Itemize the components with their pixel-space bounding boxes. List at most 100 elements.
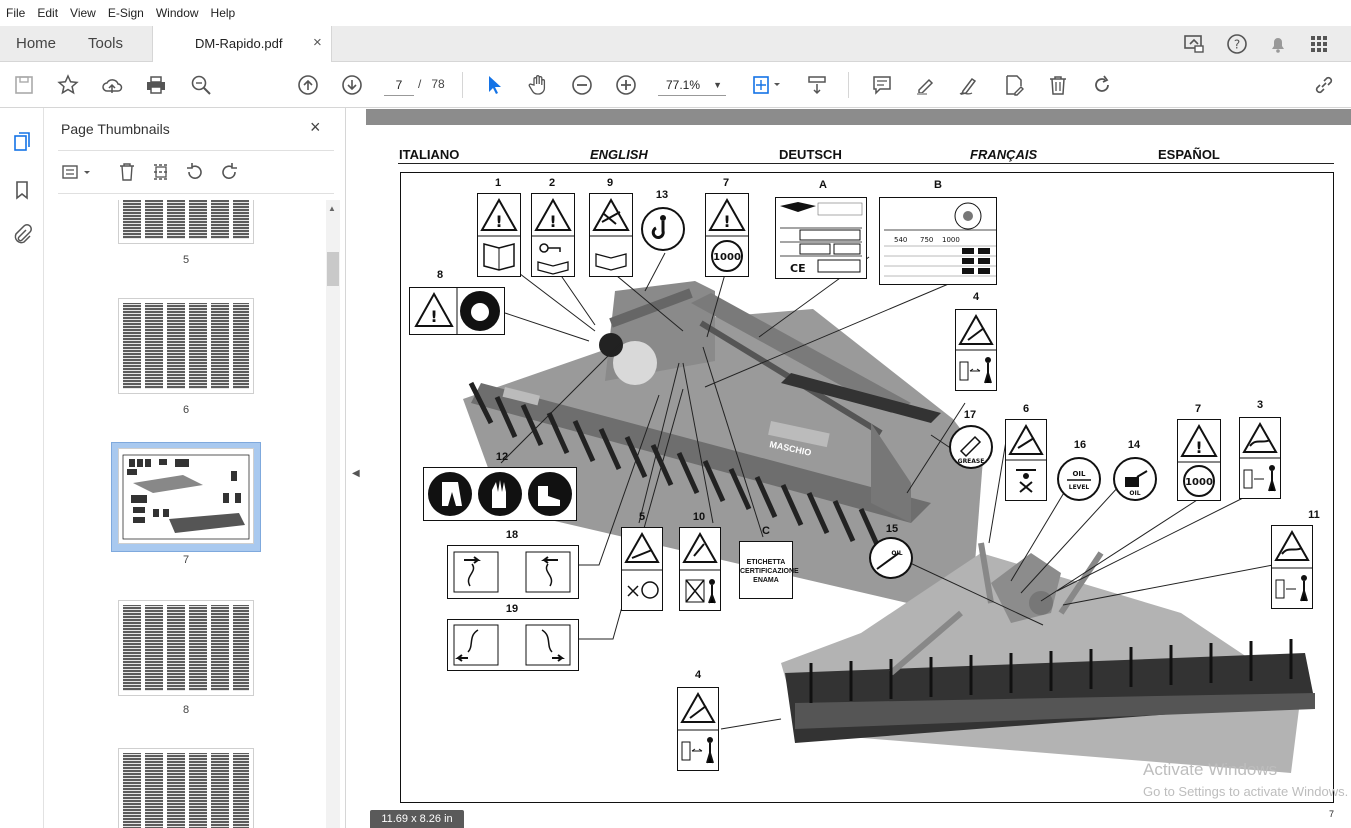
warning-read-manual-sign: ! xyxy=(477,193,521,277)
tab-home[interactable]: Home xyxy=(16,35,56,52)
menu-window[interactable]: Window xyxy=(156,6,199,20)
zoom-in-icon[interactable] xyxy=(614,73,638,97)
page-thumbnails-icon[interactable] xyxy=(10,130,34,154)
page-thumbnails-panel: Page Thumbnails × 5 6 7 8 ▲ xyxy=(44,108,346,828)
main-toolbar: 7 / 78 77.1% ▼ xyxy=(0,62,1351,108)
oil-drain-text: OIL xyxy=(891,550,902,557)
chevron-down-icon: ▼ xyxy=(713,80,722,90)
scroll-mode-icon[interactable] xyxy=(805,73,829,97)
speed-chart-plate-b: 540 750 1000 xyxy=(879,197,997,285)
extract-pages-icon[interactable] xyxy=(150,161,172,183)
toolbar-divider xyxy=(462,72,463,98)
menu-esign[interactable]: E-Sign xyxy=(108,6,144,20)
attachments-paperclip-icon[interactable] xyxy=(10,222,34,246)
callout-4-top: 4 xyxy=(972,291,980,303)
callout-7: 7 xyxy=(722,177,730,189)
upload-cloud-icon[interactable] xyxy=(100,73,124,97)
thumbnail-toolbar xyxy=(58,150,334,194)
bookmark-star-icon[interactable] xyxy=(56,73,80,97)
notifications-bell-icon[interactable] xyxy=(1266,32,1290,56)
rotate-clockwise-icon[interactable] xyxy=(1090,73,1114,97)
thumbnail-label: 7 xyxy=(182,554,190,566)
menu-file[interactable]: File xyxy=(6,6,25,20)
grease-text: GREASE xyxy=(958,458,985,465)
menu-view[interactable]: View xyxy=(70,6,96,20)
crush-warning-sign-6 xyxy=(1005,419,1047,501)
oil-level-sign: OIL LEVEL xyxy=(1057,457,1101,501)
help-icon[interactable]: ? xyxy=(1225,32,1249,56)
svg-text:CE: CE xyxy=(790,262,806,275)
lang-deutsch: DEUTSCH xyxy=(779,147,842,162)
callout-5: 5 xyxy=(638,511,646,523)
watermark-line-2: Go to Settings to activate Windows. xyxy=(1143,784,1349,799)
enama-certification-label: ETICHETTA CERTIFICAZIONE ENAMA xyxy=(739,541,799,599)
lang-italiano: ITALIANO xyxy=(399,147,460,162)
thumbnail-page-7[interactable] xyxy=(118,448,254,544)
zoom-level-dropdown[interactable]: 77.1% ▼ xyxy=(658,74,726,96)
bookmarks-icon[interactable] xyxy=(10,178,34,202)
warning-crush-hazard-sign xyxy=(589,193,633,277)
pto-speed-sign: ! 1000 xyxy=(705,193,749,277)
thumbnail-page-9[interactable] xyxy=(118,748,254,828)
left-icon-rail xyxy=(0,108,44,828)
fit-page-icon[interactable] xyxy=(750,73,784,97)
thumbnail-page-8[interactable] xyxy=(118,600,254,696)
callout-18: 18 xyxy=(505,529,519,541)
page-number-footer: 7 xyxy=(1329,809,1335,819)
thumbnail-page-6[interactable] xyxy=(118,298,254,394)
rpm-1000: 1000 xyxy=(942,236,960,244)
callout-a: A xyxy=(819,179,827,191)
select-cursor-icon[interactable] xyxy=(482,73,506,97)
tab-document[interactable]: DM-Rapido.pdf × xyxy=(152,26,332,62)
svg-text:!: ! xyxy=(723,212,730,231)
no-riding-warning-sign xyxy=(679,527,721,611)
close-panel-icon[interactable]: × xyxy=(310,117,321,138)
delete-trash-icon[interactable] xyxy=(1046,73,1070,97)
thumbnail-scrollbar[interactable] xyxy=(326,200,340,828)
tab-tools[interactable]: Tools xyxy=(88,35,123,52)
warning-wear-mask-sign: ! xyxy=(409,287,505,335)
thumbnail-options-icon[interactable] xyxy=(60,161,96,183)
thumbnail-page-5[interactable] xyxy=(118,200,254,244)
callout-11: 11 xyxy=(1308,509,1320,521)
zoom-out-icon[interactable] xyxy=(570,73,594,97)
collapse-panel-icon[interactable]: ◀ xyxy=(352,468,360,479)
panel-title: Page Thumbnails xyxy=(61,121,170,137)
next-page-icon[interactable] xyxy=(340,73,364,97)
print-icon[interactable] xyxy=(144,73,168,97)
safety-labels-figure: MASCHIO 1 ! 2 ! 9 13 7 ! 1000 A CE B 540… xyxy=(400,172,1334,803)
delete-page-icon[interactable] xyxy=(116,161,138,183)
thumbnail-scrollbar-thumb[interactable] xyxy=(327,252,339,286)
watermark-line-1: Activate Windows xyxy=(1143,760,1278,779)
page-number-input[interactable]: 7 xyxy=(384,74,414,96)
comment-icon[interactable] xyxy=(870,73,894,97)
thumbnail-label: 6 xyxy=(182,404,190,416)
rotate-counterclockwise-icon[interactable] xyxy=(184,161,206,183)
pto-speed-sign-right: ! 1000 xyxy=(1177,419,1221,501)
previous-page-icon[interactable] xyxy=(296,73,320,97)
share-link-icon[interactable] xyxy=(1312,73,1336,97)
menu-edit[interactable]: Edit xyxy=(37,6,58,20)
save-icon[interactable] xyxy=(12,73,36,97)
callout-14: 14 xyxy=(1127,439,1141,451)
zoom-search-icon[interactable] xyxy=(189,73,213,97)
highlight-pen-icon[interactable] xyxy=(914,73,938,97)
rotating-parts-warning-sign xyxy=(621,527,663,611)
svg-text:!: ! xyxy=(1195,438,1202,457)
callout-8: 8 xyxy=(436,269,444,281)
sign-pen-icon[interactable] xyxy=(957,73,981,97)
oil-level-oil-text: OIL xyxy=(1072,470,1086,478)
rotate-clockwise-page-icon[interactable] xyxy=(218,161,240,183)
hand-tool-icon[interactable] xyxy=(526,73,550,97)
oil-drain-sign: OIL xyxy=(869,537,913,579)
share-screen-icon[interactable] xyxy=(1182,32,1206,56)
lifting-hook-sign xyxy=(641,207,685,251)
enama-label-text: ETICHETTA CERTIFICAZIONE ENAMA xyxy=(740,559,799,584)
scroll-up-icon[interactable]: ▲ xyxy=(328,204,336,213)
edit-pdf-icon[interactable] xyxy=(1002,73,1026,97)
close-tab-icon[interactable]: × xyxy=(313,34,322,51)
menu-help[interactable]: Help xyxy=(211,6,236,20)
apps-grid-icon[interactable] xyxy=(1307,32,1331,56)
callout-9: 9 xyxy=(606,177,614,189)
page-gap xyxy=(366,109,1351,125)
